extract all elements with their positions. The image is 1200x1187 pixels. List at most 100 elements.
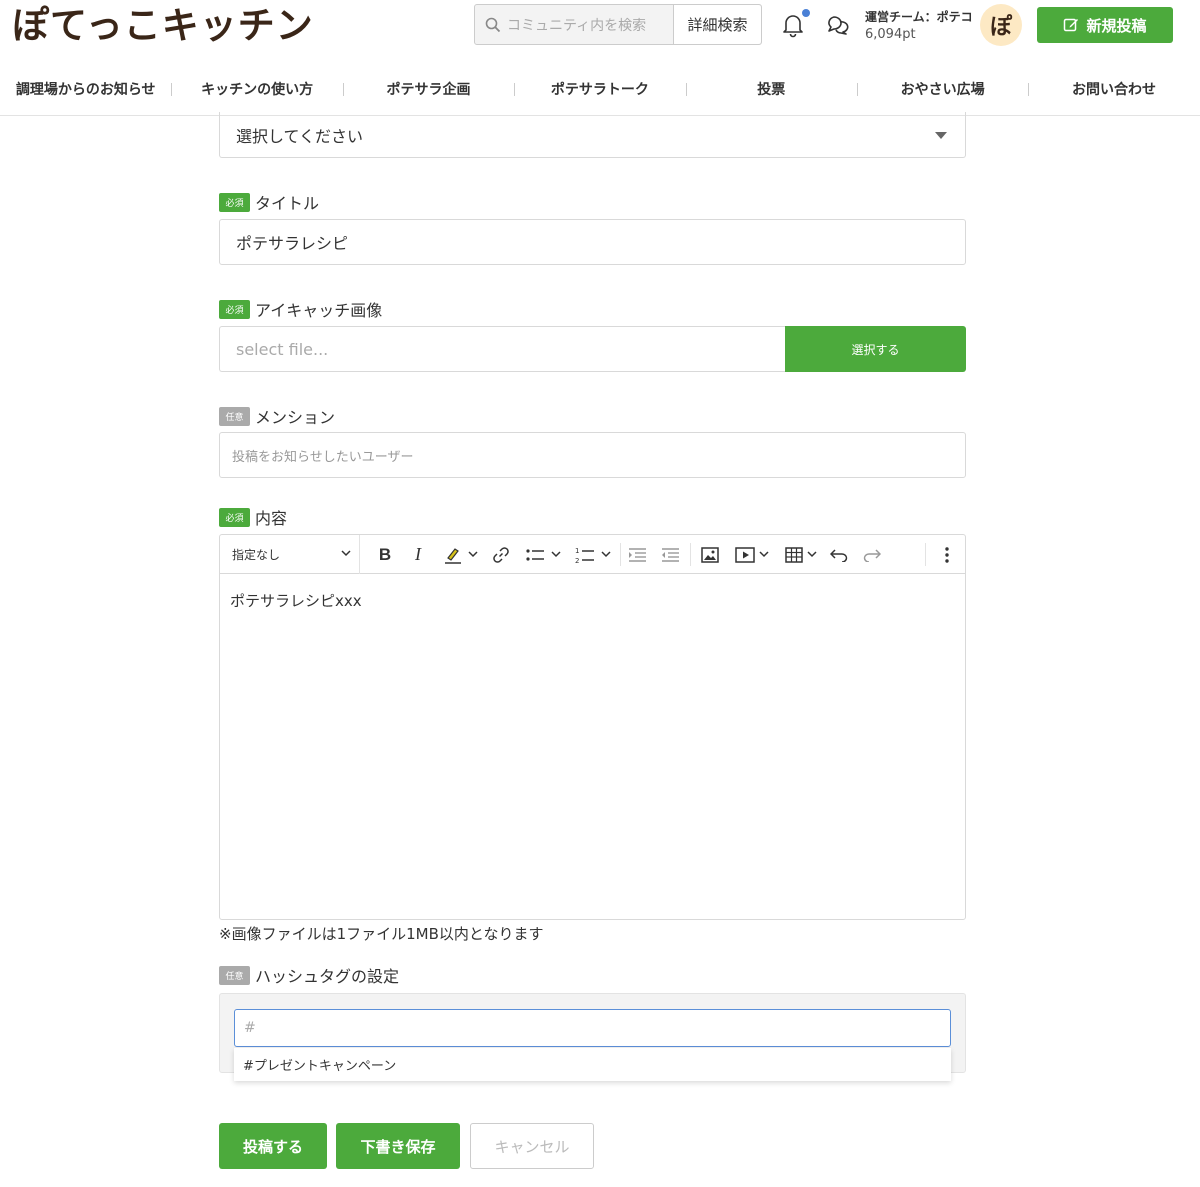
user-name[interactable]: 運営チーム：ポテコ	[865, 8, 973, 25]
editor-content[interactable]: ポテサラレシピxxx	[220, 574, 965, 627]
cancel-button[interactable]: キャンセル	[470, 1123, 594, 1169]
undo-button[interactable]	[826, 543, 852, 566]
hashtag-placeholder: #	[244, 1020, 256, 1036]
insert-media-button[interactable]	[730, 543, 774, 566]
bold-button[interactable]: B	[372, 543, 398, 566]
insert-table-button[interactable]	[780, 543, 822, 566]
nav-item-announcements[interactable]: 調理場からのお知らせ	[0, 64, 171, 114]
numbered-list-button[interactable]: 12	[571, 543, 615, 566]
bulleted-list-icon	[526, 548, 544, 561]
new-post-button[interactable]: 新規投稿	[1037, 7, 1173, 43]
chat-icon[interactable]	[825, 13, 849, 37]
image-label-row: 必須 アイキャッチ画像	[219, 297, 382, 321]
required-badge: 必須	[219, 507, 250, 527]
title-input[interactable]: ポテサラレシピ	[219, 219, 966, 265]
advanced-search-button[interactable]: 詳細検索	[673, 5, 761, 44]
link-button[interactable]	[488, 543, 514, 566]
chevron-down-icon	[341, 549, 351, 556]
hashtag-input[interactable]: #	[234, 1009, 951, 1047]
nav-item-vote[interactable]: 投票	[685, 64, 857, 114]
content-label-row: 必須 内容	[219, 505, 287, 529]
mention-placeholder: 投稿をお知らせしたいユーザー	[232, 449, 414, 465]
chevron-down-icon	[759, 551, 769, 558]
highlighter-icon	[445, 547, 461, 564]
bold-icon: B	[378, 544, 392, 564]
hashtag-label-row: 任意 ハッシュタグの設定	[219, 963, 399, 987]
avatar-text: ぽ	[989, 15, 1012, 40]
main-nav: 調理場からのお知らせ キッチンの使い方 ポテサラ企画 ポテサラトーク 投票 おや…	[0, 64, 1200, 116]
image-size-note: ※画像ファイルは1ファイル1MB以内となります	[219, 925, 544, 943]
media-icon	[735, 546, 755, 563]
mention-label-row: 任意 メンション	[219, 404, 335, 428]
undo-icon	[830, 548, 848, 562]
bulleted-list-button[interactable]	[521, 543, 565, 566]
category-select-value: 選択してください	[236, 126, 364, 146]
redo-icon	[863, 548, 881, 562]
nav-item-contact[interactable]: お問い合わせ	[1028, 64, 1199, 114]
italic-button[interactable]: I	[405, 543, 431, 566]
optional-badge: 任意	[219, 965, 250, 985]
hashtag-label: ハッシュタグの設定	[255, 967, 400, 986]
file-input[interactable]: select file...	[219, 326, 785, 372]
title-label-row: 必須 タイトル	[219, 190, 319, 214]
more-vertical-icon	[945, 546, 949, 563]
save-draft-button[interactable]: 下書き保存	[336, 1123, 460, 1169]
mention-label: メンション	[255, 408, 336, 427]
chevron-down-icon	[551, 551, 561, 558]
chevron-down-icon	[468, 551, 478, 558]
file-select-button[interactable]: 選択する	[785, 326, 966, 372]
post-button[interactable]: 投稿する	[219, 1123, 327, 1169]
image-label: アイキャッチ画像	[255, 301, 383, 320]
bell-icon[interactable]	[781, 12, 805, 38]
content-label: 内容	[255, 509, 288, 528]
insert-image-button[interactable]	[697, 543, 723, 566]
italic-icon: I	[415, 544, 421, 564]
notification-dot-icon	[802, 9, 810, 17]
title-label: タイトル	[255, 194, 320, 213]
new-post-label: 新規投稿	[1086, 16, 1147, 35]
svg-text:2: 2	[575, 557, 579, 564]
toolbar-divider	[925, 543, 926, 566]
nav-item-potesara-talk[interactable]: ポテサラトーク	[514, 64, 685, 114]
heading-select[interactable]: 指定なし	[220, 534, 360, 574]
redo-button[interactable]	[859, 543, 885, 566]
rich-text-editor: 指定なし B I 12 ポテサラレシピxxx	[219, 534, 966, 920]
hashtag-suggestion[interactable]: #プレゼントキャンペーン	[234, 1048, 951, 1081]
title-input-value: ポテサラレシピ	[236, 234, 349, 253]
site-logo[interactable]: ぽてっこキッチン	[12, 2, 314, 50]
indent-icon	[629, 547, 646, 562]
toolbar-divider	[620, 543, 621, 566]
search-placeholder: コミュニティ内を検索	[507, 17, 647, 34]
search-icon	[485, 17, 501, 32]
edit-icon	[1064, 18, 1079, 32]
indent-button[interactable]	[624, 543, 650, 566]
mention-input[interactable]: 投稿をお知らせしたいユーザー	[219, 432, 966, 478]
file-picker: select file... 選択する	[219, 326, 966, 372]
toolbar-divider	[690, 543, 691, 566]
user-points: 6,094pt	[865, 27, 916, 42]
chevron-down-icon	[807, 551, 817, 558]
nav-item-vegetable-square[interactable]: おやさい広場	[856, 64, 1028, 114]
category-select[interactable]: 選択してください	[219, 112, 966, 158]
table-icon	[785, 546, 803, 563]
search-input[interactable]: コミュニティ内を検索	[475, 5, 673, 44]
avatar[interactable]: ぽ	[980, 4, 1022, 46]
more-options-button[interactable]	[934, 543, 960, 566]
nav-item-potesara-project[interactable]: ポテサラ企画	[342, 64, 514, 114]
optional-badge: 任意	[219, 406, 250, 426]
required-badge: 必須	[219, 192, 250, 212]
required-badge: 必須	[219, 299, 250, 319]
link-icon	[493, 546, 509, 563]
heading-select-value: 指定なし	[232, 547, 281, 562]
outdent-button[interactable]	[657, 543, 683, 566]
numbered-list-icon: 12	[575, 547, 594, 564]
site-header: ぽてっこキッチン コミュニティ内を検索 詳細検索 運営チーム：ポテコ 6,094…	[0, 0, 1200, 50]
dropdown-arrow-icon	[935, 132, 947, 139]
nav-item-how-to-use[interactable]: キッチンの使い方	[171, 64, 342, 114]
outdent-icon	[662, 547, 679, 562]
highlight-button[interactable]	[438, 543, 482, 566]
editor-toolbar: 指定なし B I 12	[220, 534, 965, 574]
chevron-down-icon	[601, 551, 611, 558]
image-icon	[701, 546, 719, 563]
svg-text:1: 1	[575, 547, 579, 555]
